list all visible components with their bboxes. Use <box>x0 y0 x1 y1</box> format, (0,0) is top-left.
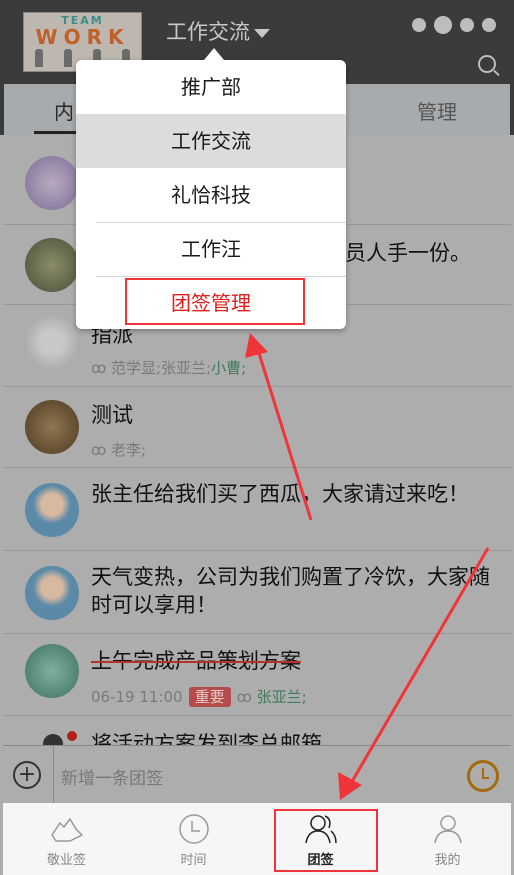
arrow-up-icon <box>245 333 313 521</box>
annotation-arrows <box>245 333 490 800</box>
arrow-down-icon <box>338 547 490 800</box>
